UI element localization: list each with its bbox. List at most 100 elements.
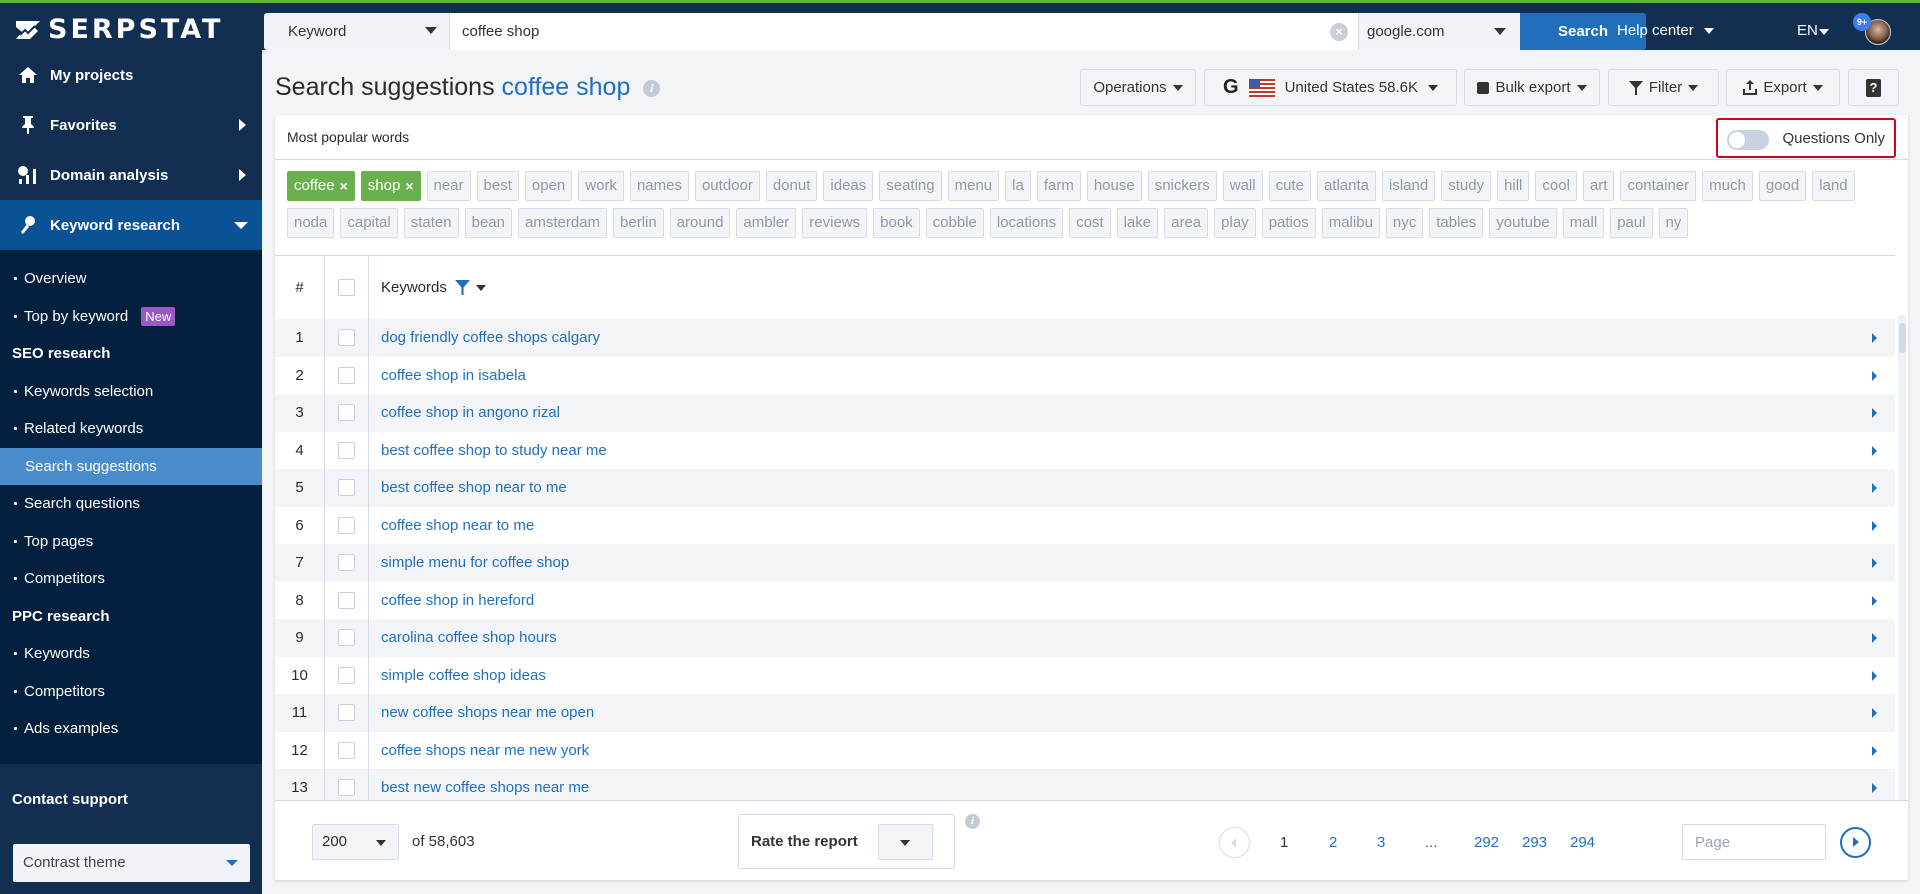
word-tag[interactable]: work <box>578 171 624 201</box>
prev-page-button[interactable] <box>1219 827 1250 858</box>
word-tag[interactable]: noda <box>287 208 335 238</box>
word-tag[interactable]: names <box>629 171 689 201</box>
expand-row-icon[interactable] <box>1872 783 1877 793</box>
filter-button[interactable]: Filter <box>1608 69 1719 106</box>
select-all-checkbox[interactable] <box>338 279 355 296</box>
word-tag[interactable]: berlin <box>613 208 664 238</box>
word-tag[interactable]: locations <box>989 208 1064 238</box>
sidebar-item-favorites[interactable]: Favorites <box>0 100 262 150</box>
word-tag[interactable]: house <box>1086 171 1142 201</box>
word-tag[interactable]: near <box>426 171 471 201</box>
word-tag[interactable]: donut <box>765 171 818 201</box>
keyword-link[interactable]: coffee shop near to me <box>381 517 534 534</box>
row-checkbox[interactable] <box>338 704 355 722</box>
word-tag[interactable]: book <box>873 208 920 238</box>
word-tag[interactable]: outdoor <box>694 171 760 201</box>
selected-word-tag[interactable]: coffee × <box>287 171 355 201</box>
word-tag[interactable]: cobble <box>925 208 984 238</box>
word-tag[interactable]: island <box>1381 171 1436 201</box>
keyword-link[interactable]: simple menu for coffee shop <box>381 554 569 571</box>
keyword-link[interactable]: coffee shop in isabela <box>381 367 526 384</box>
sidebar-item-top-pages[interactable]: Top pages <box>0 523 262 561</box>
word-tag[interactable]: cool <box>1535 171 1577 201</box>
word-tag[interactable]: around <box>669 208 731 238</box>
sidebar-item-keyword-research[interactable]: Keyword research <box>0 200 262 250</box>
row-checkbox[interactable] <box>338 404 355 422</box>
word-tag[interactable]: much <box>1702 171 1753 201</box>
selected-word-tag[interactable]: shop × <box>360 171 421 201</box>
sidebar-item-ppc-competitors[interactable]: Competitors <box>0 673 262 711</box>
page-link[interactable]: 293 <box>1522 834 1547 851</box>
keyword-link[interactable]: dog friendly coffee shops calgary <box>381 329 600 346</box>
word-tag[interactable]: mall <box>1562 208 1605 238</box>
questions-only-toggle[interactable] <box>1727 130 1769 150</box>
sidebar-item-seo-competitors[interactable]: Competitors <box>0 560 262 598</box>
table-scrollbar[interactable] <box>1898 315 1906 870</box>
remove-tag-icon[interactable]: × <box>405 172 413 200</box>
expand-row-icon[interactable] <box>1872 520 1877 531</box>
export-button[interactable]: Export <box>1726 69 1840 106</box>
word-tag[interactable]: amsterdam <box>517 208 608 238</box>
page-link[interactable]: 292 <box>1474 834 1499 851</box>
row-checkbox[interactable] <box>338 366 355 384</box>
theme-select[interactable]: Contrast theme <box>13 844 250 882</box>
word-tag[interactable]: play <box>1214 208 1256 238</box>
rate-report-select[interactable] <box>878 824 933 860</box>
logo[interactable]: SERPSTAT <box>14 14 223 45</box>
expand-row-icon[interactable] <box>1872 445 1877 456</box>
word-tag[interactable]: la <box>1005 171 1031 201</box>
word-tag[interactable]: ideas <box>823 171 874 201</box>
filter-icon[interactable] <box>454 280 470 295</box>
keyword-link[interactable]: coffee shops near me new york <box>381 742 589 759</box>
expand-row-icon[interactable] <box>1872 670 1877 681</box>
sidebar-item-ppc-keywords[interactable]: Keywords <box>0 635 262 673</box>
word-tag[interactable]: ny <box>1658 208 1689 238</box>
search-engine-select[interactable]: google.com <box>1358 13 1520 50</box>
word-tag[interactable]: farm <box>1036 171 1081 201</box>
word-tag[interactable]: container <box>1620 171 1697 201</box>
keyword-link[interactable]: coffee shop in angono rizal <box>381 404 560 421</box>
keyword-link[interactable]: carolina coffee shop hours <box>381 629 557 646</box>
word-tag[interactable]: nyc <box>1385 208 1424 238</box>
word-tag[interactable]: cute <box>1268 171 1311 201</box>
sidebar-item-my-projects[interactable]: My projects <box>0 50 262 100</box>
word-tag[interactable]: snickers <box>1147 171 1217 201</box>
word-tag[interactable]: good <box>1758 171 1807 201</box>
column-keywords[interactable]: Keywords <box>369 256 1895 319</box>
expand-row-icon[interactable] <box>1872 333 1877 343</box>
expand-row-icon[interactable] <box>1872 408 1877 418</box>
word-tag[interactable]: patios <box>1261 208 1316 238</box>
row-checkbox[interactable] <box>338 629 355 647</box>
bulk-export-button[interactable]: Bulk export <box>1464 69 1600 106</box>
word-tag[interactable]: tables <box>1429 208 1484 238</box>
row-checkbox[interactable] <box>338 554 355 572</box>
word-tag[interactable]: hill <box>1497 171 1530 201</box>
expand-row-icon[interactable] <box>1872 483 1877 493</box>
sidebar-item-top-by-keyword[interactable]: Top by keyword New <box>0 298 262 336</box>
word-tag[interactable]: best <box>476 171 519 201</box>
row-checkbox[interactable] <box>338 741 355 759</box>
page-input[interactable] <box>1682 824 1826 860</box>
expand-row-icon[interactable] <box>1872 745 1877 756</box>
word-tag[interactable]: menu <box>947 171 1000 201</box>
page-link[interactable]: 2 <box>1329 834 1337 851</box>
sidebar-item-overview[interactable]: Overview <box>0 260 262 298</box>
language-menu[interactable]: EN <box>1797 22 1829 39</box>
keyword-link[interactable]: simple coffee shop ideas <box>381 667 546 684</box>
region-select[interactable]: G United States 58.6K <box>1204 69 1457 106</box>
sidebar-item-search-suggestions[interactable]: Search suggestions <box>0 447 262 485</box>
sidebar-item-related-keywords[interactable]: Related keywords <box>0 410 262 448</box>
word-tag[interactable]: youtube <box>1489 208 1557 238</box>
word-tag[interactable]: ambler <box>736 208 797 238</box>
keyword-link[interactable]: new coffee shops near me open <box>381 704 594 721</box>
contact-support-link[interactable]: Contact support <box>12 791 128 808</box>
info-icon[interactable]: i <box>965 814 980 829</box>
expand-row-icon[interactable] <box>1872 633 1877 643</box>
page-link[interactable]: 1 <box>1280 834 1288 851</box>
sidebar-item-ads-examples[interactable]: Ads examples <box>0 710 262 748</box>
search-input[interactable] <box>450 13 1358 50</box>
keyword-link[interactable]: best new coffee shops near me <box>381 779 589 796</box>
page-link[interactable]: 294 <box>1570 834 1595 851</box>
expand-row-icon[interactable] <box>1872 708 1877 718</box>
word-tag[interactable]: open <box>524 171 573 201</box>
